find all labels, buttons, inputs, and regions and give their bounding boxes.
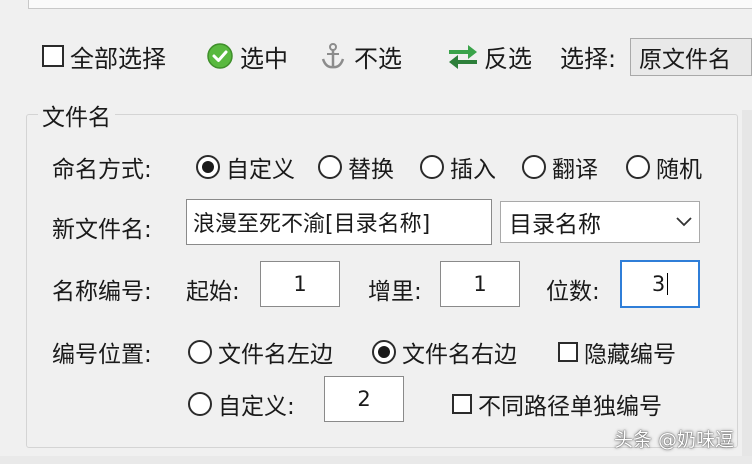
new-name-input[interactable]: 浪漫至死不渝[目录名称] — [186, 199, 492, 245]
step-input[interactable]: 1 — [440, 261, 520, 307]
separate-path-label: 不同路径单独编号 — [478, 394, 662, 420]
directory-name-dropdown[interactable]: 目录名称 — [500, 201, 700, 243]
radio-custom-dot[interactable] — [196, 155, 220, 179]
deselect-label: 不选 — [354, 44, 402, 73]
radio-translate-label: 翻译 — [552, 157, 598, 183]
custom-position-value: 2 — [357, 387, 371, 411]
hide-number-label: 隐藏编号 — [584, 342, 676, 368]
start-input[interactable]: 1 — [260, 261, 340, 307]
deselect-button[interactable]: 不选 — [318, 36, 402, 76]
radio-replace-dot[interactable] — [318, 155, 342, 179]
step-value: 1 — [473, 272, 487, 296]
numbering-label: 名称编号: — [52, 279, 152, 305]
choose-combo-value: 原文件名 — [639, 47, 731, 73]
radio-insert-dot[interactable] — [420, 155, 444, 179]
radio-right-label: 文件名右边 — [402, 342, 517, 368]
invert-arrows-icon — [446, 41, 480, 71]
check-circle-icon — [206, 42, 234, 70]
radio-random-label: 随机 — [656, 157, 702, 183]
radio-insert[interactable]: 插入 — [420, 150, 496, 184]
directory-name-value: 目录名称 — [509, 212, 601, 238]
step-label: 增里: — [368, 279, 422, 305]
hide-number-box[interactable] — [558, 342, 578, 362]
radio-custom[interactable]: 自定义 — [196, 150, 295, 184]
custom-position-input[interactable]: 2 — [324, 376, 404, 422]
start-label: 起始: — [186, 279, 240, 305]
radio-translate[interactable]: 翻译 — [522, 150, 598, 184]
radio-insert-label: 插入 — [450, 157, 496, 183]
bottom-edge — [0, 456, 752, 464]
hide-number-checkbox[interactable]: 隐藏编号 — [558, 335, 676, 369]
text-cursor — [667, 273, 669, 295]
separate-path-box[interactable] — [452, 394, 472, 414]
select-all-checkbox[interactable]: 全部选择 — [42, 36, 166, 76]
new-name-label: 新文件名: — [52, 217, 152, 243]
invert-label: 反选 — [484, 44, 532, 73]
radio-custom-position-dot[interactable] — [188, 392, 212, 416]
choose-label: 选择: — [560, 36, 616, 76]
radio-left-label: 文件名左边 — [218, 342, 333, 368]
select-all-box[interactable] — [42, 45, 64, 67]
digits-value: 3 — [651, 272, 666, 296]
radio-custom-position[interactable]: 自定义: — [188, 387, 295, 421]
digits-input[interactable]: 3 — [620, 260, 700, 308]
radio-custom-position-label: 自定义: — [218, 394, 295, 420]
chevron-down-icon — [669, 217, 699, 227]
filename-group-title: 文件名 — [38, 98, 115, 132]
anchor-icon — [318, 41, 348, 71]
position-label: 编号位置: — [52, 342, 152, 368]
start-value: 1 — [293, 272, 307, 296]
choose-label-text: 选择: — [560, 44, 617, 73]
radio-random-dot[interactable] — [626, 155, 650, 179]
select-all-label: 全部选择 — [70, 44, 166, 73]
radio-left-of-name[interactable]: 文件名左边 — [188, 335, 333, 369]
separate-path-checkbox[interactable]: 不同路径单独编号 — [452, 387, 662, 421]
select-button[interactable]: 选中 — [206, 36, 288, 76]
radio-left-dot[interactable] — [188, 340, 212, 364]
radio-replace-label: 替换 — [348, 157, 394, 183]
choose-combo[interactable]: 原文件名 — [630, 38, 752, 76]
digits-label: 位数: — [546, 279, 600, 305]
radio-replace[interactable]: 替换 — [318, 150, 394, 184]
right-panel-edge — [742, 110, 752, 464]
radio-right-dot[interactable] — [372, 340, 396, 364]
watermark: 头条 @奶味逗 — [613, 429, 734, 451]
radio-translate-dot[interactable] — [522, 155, 546, 179]
radio-random[interactable]: 随机 — [626, 150, 702, 184]
select-label: 选中 — [240, 44, 288, 73]
radio-custom-label: 自定义 — [226, 157, 295, 183]
invert-button[interactable]: 反选 — [446, 36, 532, 76]
naming-method-label: 命名方式: — [52, 157, 152, 183]
top-panel-edge — [28, 0, 752, 9]
new-name-value: 浪漫至死不渝[目录名称] — [193, 212, 431, 237]
radio-right-of-name[interactable]: 文件名右边 — [372, 335, 517, 369]
